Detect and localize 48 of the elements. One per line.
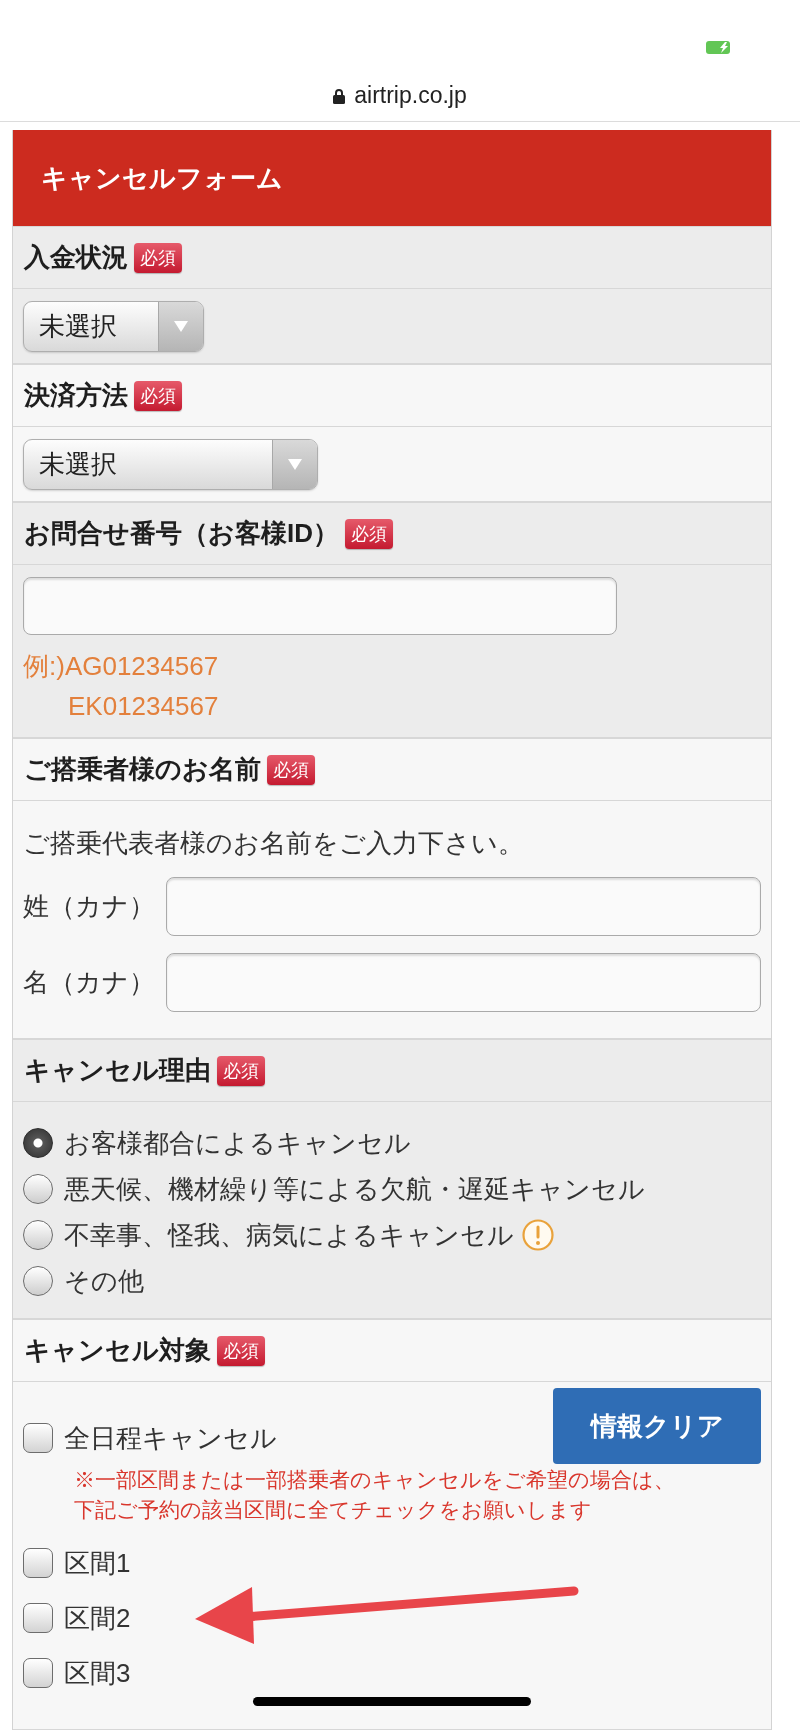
option-label[interactable]: 悪天候、機材繰り等による欠航・遅延キャンセル bbox=[64, 1169, 645, 1209]
checkbox[interactable] bbox=[23, 1658, 53, 1688]
notice-text: 下記ご予約の該当区間に全てチェックをお願いします bbox=[74, 1497, 592, 1523]
section-heading: 入金状況 bbox=[24, 241, 128, 274]
radio-button[interactable] bbox=[23, 1174, 53, 1204]
dropdown-select[interactable]: 未選択 bbox=[23, 439, 318, 490]
radio-button[interactable] bbox=[23, 1220, 53, 1250]
address-bar-url[interactable]: airtrip.co.jp bbox=[354, 78, 467, 113]
notice-text: ※一部区間または一部搭乗者のキャンセルをご希望の場合は、 bbox=[74, 1467, 675, 1493]
required-badge: 必須 bbox=[134, 242, 182, 273]
required-badge: 必須 bbox=[134, 380, 182, 411]
checkbox[interactable] bbox=[23, 1548, 53, 1578]
option-label[interactable]: 区間2 bbox=[64, 1598, 131, 1638]
input-label: 名（カナ） bbox=[23, 966, 156, 999]
example-hint: 例:)AG01234567 bbox=[23, 650, 219, 683]
radio-button[interactable] bbox=[23, 1266, 53, 1296]
option-label[interactable]: その他 bbox=[64, 1261, 144, 1301]
option-label[interactable]: お客様都合によるキャンセル bbox=[64, 1123, 411, 1163]
battery-icon bbox=[706, 41, 730, 54]
name-input-field[interactable] bbox=[166, 953, 761, 1012]
required-badge: 必須 bbox=[217, 1055, 265, 1086]
section-heading: お問合せ番号（お客様ID） bbox=[24, 517, 339, 550]
option-label[interactable]: 区間3 bbox=[64, 1653, 131, 1693]
section-heading: ご搭乗者様のお名前 bbox=[24, 753, 261, 786]
form-title: キャンセルフォーム bbox=[41, 161, 283, 195]
radio-button[interactable] bbox=[23, 1128, 53, 1158]
warning-icon[interactable] bbox=[522, 1219, 554, 1251]
required-badge: 必須 bbox=[267, 754, 315, 785]
instruction-text: ご搭乗代表者様のお名前をご入力下さい。 bbox=[23, 827, 524, 860]
section-heading: キャンセル対象 bbox=[24, 1334, 211, 1367]
dropdown-select[interactable]: 未選択 bbox=[23, 301, 204, 352]
required-badge: 必須 bbox=[217, 1335, 265, 1366]
caret-icon bbox=[174, 321, 188, 332]
section-heading: 決済方法 bbox=[24, 379, 128, 412]
option-label[interactable]: 不幸事、怪我、病気によるキャンセル bbox=[64, 1215, 514, 1255]
name-input-field[interactable] bbox=[166, 877, 761, 936]
option-label[interactable]: 区間1 bbox=[64, 1543, 131, 1583]
caret-icon bbox=[288, 459, 302, 470]
lock-icon bbox=[333, 87, 346, 104]
clear-button[interactable]: 情報クリア bbox=[553, 1388, 761, 1464]
text-input-field[interactable] bbox=[23, 577, 617, 635]
checkbox[interactable] bbox=[23, 1603, 53, 1633]
example-hint: EK01234567 bbox=[68, 690, 219, 723]
checkbox[interactable] bbox=[23, 1423, 53, 1453]
section-heading: キャンセル理由 bbox=[24, 1054, 211, 1087]
input-label: 姓（カナ） bbox=[23, 890, 156, 923]
option-label[interactable]: 全日程キャンセル bbox=[64, 1418, 277, 1458]
required-badge: 必須 bbox=[345, 518, 393, 549]
